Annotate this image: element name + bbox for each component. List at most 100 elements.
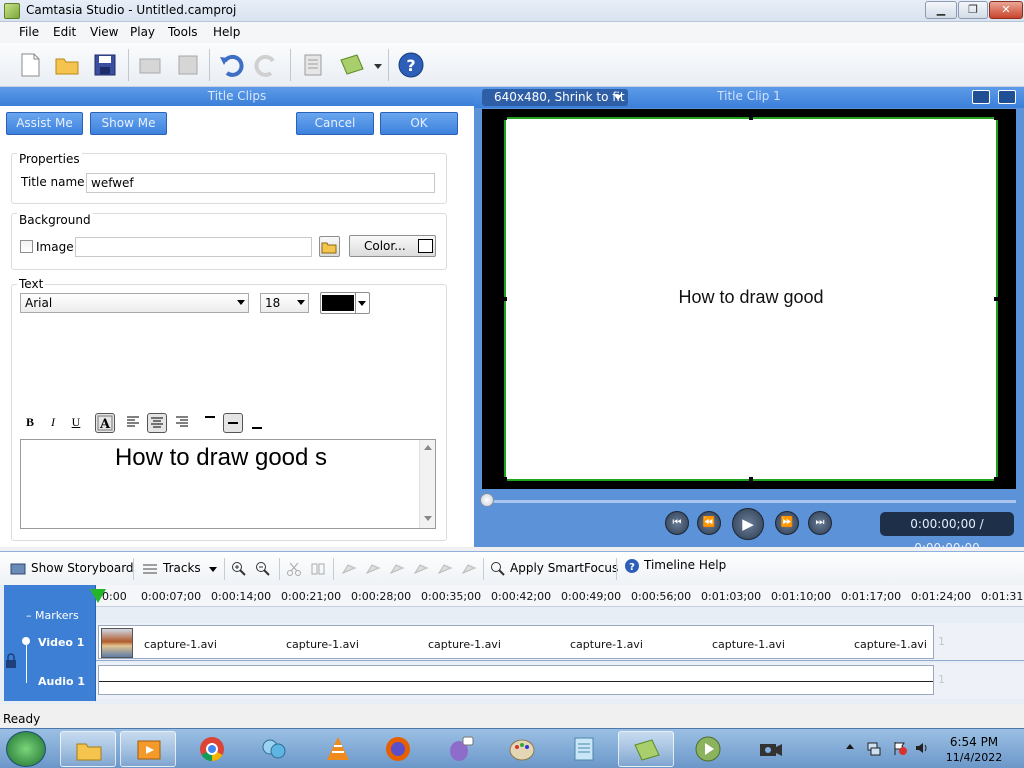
color-button[interactable]: Color... [349,235,436,257]
taskbar-paint[interactable] [494,731,550,767]
font-select[interactable]: Arial [20,293,249,313]
save-icon[interactable] [91,51,119,79]
menu-file[interactable]: File [19,25,39,39]
bold-button[interactable]: B [20,413,40,433]
align-right-button[interactable] [172,413,192,433]
preview-scrubber-track[interactable] [484,500,1016,503]
resize-handle[interactable] [994,116,998,120]
fullscreen-icon[interactable] [972,90,990,104]
show-storyboard-button[interactable]: Show Storyboard [31,561,134,575]
play-button[interactable]: ▶ [732,508,764,540]
title-name-field[interactable]: wefwef [86,173,435,193]
menu-help[interactable]: Help [213,25,240,39]
image-path-field[interactable] [75,237,312,257]
jump-to-end-button[interactable]: ⏭ [808,511,832,535]
preview-scrubber-knob[interactable] [480,493,494,507]
captions-icon[interactable] [437,561,453,577]
undo-icon[interactable] [217,51,245,79]
jump-to-start-button[interactable]: ⏮ [665,511,689,535]
audio-enhance-icon[interactable] [389,561,405,577]
valign-top-button[interactable] [200,413,220,433]
video-track[interactable]: capture-1.avi capture-1.avi capture-1.av… [96,623,1024,661]
preview-canvas[interactable]: How to draw good [503,116,998,481]
resize-handle[interactable] [503,477,507,481]
clip-bin-icon[interactable] [299,51,327,79]
start-button[interactable] [6,731,46,767]
font-size-select[interactable]: 18 [260,293,309,313]
network-status-icon[interactable] [866,740,882,756]
audio-lane[interactable] [98,665,934,695]
detach-preview-icon[interactable] [998,90,1016,104]
zoom-out-icon[interactable] [255,561,271,577]
apply-smartfocus-button[interactable]: Apply SmartFocus [510,561,618,575]
batch-icon[interactable] [174,51,202,79]
scroll-up-icon[interactable] [424,445,432,450]
taskbar-player[interactable] [680,731,736,767]
taskbar-camtasia[interactable] [618,731,674,767]
transition-icon[interactable] [413,561,429,577]
valign-middle-button[interactable] [223,413,243,433]
audio-track[interactable]: 1 [96,663,1024,699]
image-checkbox[interactable] [20,240,33,253]
text-color-select[interactable] [320,292,370,314]
callout-icon[interactable] [341,561,357,577]
preview-size-select[interactable]: 640x480, Shrink to fit [482,89,628,106]
resize-handle[interactable] [749,116,753,120]
resize-handle[interactable] [749,477,753,481]
timeline-help-button[interactable]: Timeline Help [644,558,726,572]
menu-edit[interactable]: Edit [53,25,76,39]
resize-handle[interactable] [503,116,507,120]
assist-me-button[interactable]: Assist Me [6,112,83,135]
video-clip[interactable]: capture-1.avi capture-1.avi capture-1.av… [98,625,934,659]
action-center-flag-icon[interactable] [892,740,908,756]
produce-icon[interactable] [136,51,164,79]
help-icon[interactable]: ? [397,51,425,79]
close-button[interactable]: ✕ [989,1,1023,19]
zoom-in-icon[interactable] [231,561,247,577]
valign-bottom-button[interactable] [247,413,267,433]
storyboard-icon[interactable] [10,561,26,577]
show-me-button[interactable]: Show Me [90,112,167,135]
volume-icon[interactable] [914,740,930,756]
taskbar-network[interactable] [246,731,302,767]
underline-button[interactable]: U [66,413,86,433]
split-icon[interactable] [310,561,326,577]
library-dropdown-arrow[interactable] [374,64,382,69]
tracks-icon[interactable] [142,561,158,577]
taskbar-notepad[interactable] [556,731,612,767]
smartfocus-icon[interactable] [490,561,506,577]
taskbar-explorer[interactable] [60,731,116,767]
title-text-editor[interactable]: How to draw good s [20,439,436,529]
resize-handle[interactable] [994,477,998,481]
taskbar-pidgin[interactable] [432,731,488,767]
menu-play[interactable]: Play [130,25,155,39]
rewind-button[interactable]: ⏪ [697,511,721,535]
scroll-down-icon[interactable] [424,516,432,521]
ok-button[interactable]: OK [380,112,458,135]
taskbar-chrome[interactable] [184,731,240,767]
cancel-button[interactable]: Cancel [296,112,374,135]
taskbar-firefox[interactable] [370,731,426,767]
new-icon[interactable] [16,51,44,79]
zoom-n-pan-icon[interactable] [365,561,381,577]
fast-forward-button[interactable]: ⏩ [775,511,799,535]
lock-icon[interactable] [5,653,17,669]
menu-view[interactable]: View [90,25,118,39]
taskbar-vlc[interactable] [310,731,366,767]
editor-scrollbar[interactable] [419,440,435,528]
redo-icon[interactable] [253,51,281,79]
menu-tools[interactable]: Tools [168,25,198,39]
browse-image-button[interactable] [319,236,340,257]
open-folder-icon[interactable] [53,51,81,79]
help-icon[interactable]: ? [624,558,640,574]
italic-button[interactable]: I [43,413,63,433]
quiz-icon[interactable] [461,561,477,577]
clock-date[interactable]: 11/4/2022 [936,751,1012,764]
text-shadow-button[interactable]: A [95,413,115,433]
library-icon[interactable] [338,51,366,79]
clock-time[interactable]: 6:54 PM [936,735,1012,749]
chevron-down-icon[interactable] [209,567,217,572]
show-hidden-icons-icon[interactable] [846,744,854,749]
cut-icon[interactable] [286,561,302,577]
taskbar-camera[interactable] [742,731,798,767]
